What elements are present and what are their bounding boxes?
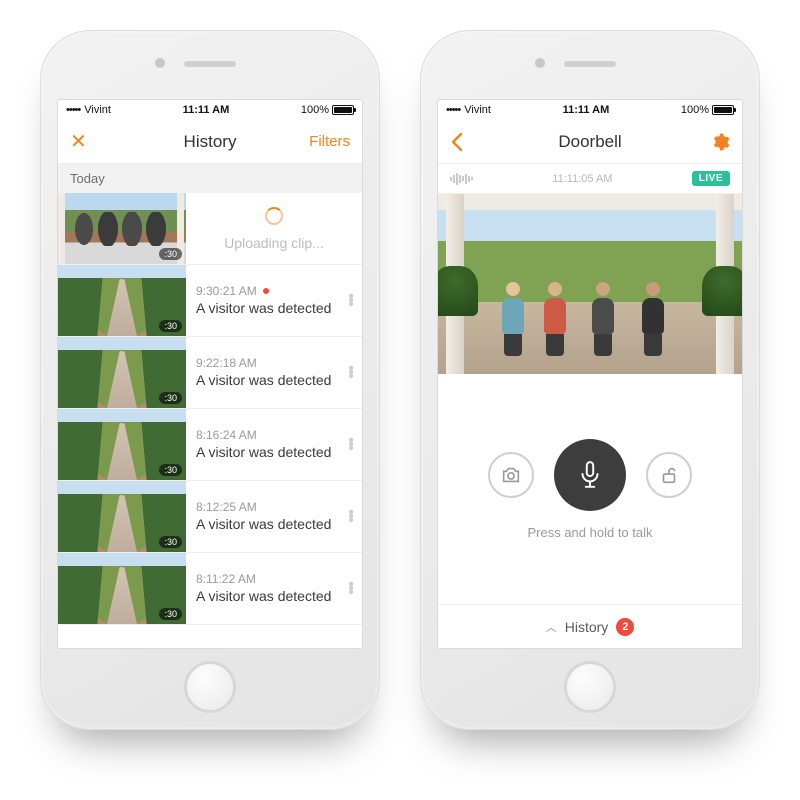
clip-thumbnail: :30 <box>58 553 186 624</box>
clip-body: Uploading clip... <box>186 193 362 264</box>
more-icon[interactable]: ••• <box>348 511 354 523</box>
camera-icon <box>500 464 522 486</box>
snapshot-button[interactable] <box>488 452 534 498</box>
unlock-icon <box>658 464 680 486</box>
battery-pct: 100% <box>681 104 709 116</box>
screen-history: ••••• Vivint 11:11 AM 100% ✕ History Fil… <box>57 99 363 649</box>
page-title: History <box>130 132 290 152</box>
clip-time: 9:30:21 AM <box>196 284 257 298</box>
live-video[interactable] <box>438 194 742 374</box>
gear-icon <box>710 132 730 152</box>
phone-doorbell: ••••• Vivint 11:11 AM 100% Doorbell <box>420 30 760 730</box>
battery-indicator: 100% <box>681 104 734 116</box>
phone-speaker <box>564 61 616 67</box>
live-badge: LIVE <box>692 171 730 186</box>
status-time: 11:11 AM <box>491 104 681 116</box>
history-drawer[interactable]: ︿ History 2 <box>438 604 742 648</box>
section-header-today: Today <box>58 164 362 193</box>
clip-row[interactable]: :30 8:11:22 AM A visitor was detected ••… <box>58 553 362 625</box>
signal-dots: ••••• <box>446 104 460 116</box>
clip-thumbnail: :30 <box>58 409 186 480</box>
front-camera <box>155 58 165 68</box>
screen-doorbell: ••••• Vivint 11:11 AM 100% Doorbell <box>437 99 743 649</box>
audio-wave-icon <box>450 173 473 185</box>
live-timestamp: 11:11:05 AM <box>473 173 692 185</box>
home-button[interactable] <box>564 661 616 713</box>
battery-pct: 100% <box>301 104 329 116</box>
status-bar: ••••• Vivint 11:11 AM 100% <box>58 100 362 120</box>
more-icon[interactable]: ••• <box>348 367 354 379</box>
clip-title: A visitor was detected <box>196 300 352 317</box>
clip-duration-badge: :30 <box>159 464 182 476</box>
clip-time: 9:22:18 AM <box>196 356 257 370</box>
status-bar: ••••• Vivint 11:11 AM 100% <box>438 100 742 120</box>
front-camera <box>535 58 545 68</box>
more-icon[interactable]: ••• <box>348 295 354 307</box>
clip-time: 8:16:24 AM <box>196 428 257 442</box>
clip-body: 9:30:21 AM A visitor was detected ••• <box>186 265 362 336</box>
clip-duration-badge: :30 <box>159 320 182 332</box>
spinner-icon <box>265 207 283 225</box>
clip-duration-badge: :30 <box>159 536 182 548</box>
phone-speaker <box>184 61 236 67</box>
home-button[interactable] <box>184 661 236 713</box>
settings-button[interactable] <box>710 132 730 152</box>
clip-body: 8:11:22 AM A visitor was detected ••• <box>186 553 362 624</box>
clip-thumbnail: :30 <box>58 481 186 552</box>
more-icon[interactable]: ••• <box>348 439 354 451</box>
history-count-badge: 2 <box>616 618 634 636</box>
clip-thumbnail: :30 <box>58 193 186 264</box>
clip-duration-badge: :30 <box>159 248 182 260</box>
page-title: Doorbell <box>510 132 670 152</box>
clip-body: 8:12:25 AM A visitor was detected ••• <box>186 481 362 552</box>
filters-button[interactable]: Filters <box>309 133 350 150</box>
status-time: 11:11 AM <box>111 104 301 116</box>
clip-title: A visitor was detected <box>196 588 352 605</box>
clip-title: A visitor was detected <box>196 372 352 389</box>
clip-body: 9:22:18 AM A visitor was detected ••• <box>186 337 362 408</box>
uploading-label: Uploading clip... <box>224 235 324 251</box>
clip-row[interactable]: :30 8:12:25 AM A visitor was detected ••… <box>58 481 362 553</box>
carrier-label: Vivint <box>464 104 491 116</box>
more-icon[interactable]: ••• <box>348 583 354 595</box>
clip-title: A visitor was detected <box>196 444 352 461</box>
clip-row[interactable]: :30 9:22:18 AM A visitor was detected ••… <box>58 337 362 409</box>
talk-hint: Press and hold to talk <box>527 525 652 540</box>
phone-history: ••••• Vivint 11:11 AM 100% ✕ History Fil… <box>40 30 380 730</box>
nav-bar: ✕ History Filters <box>58 120 362 164</box>
signal-dots: ••••• <box>66 104 80 116</box>
nav-bar: Doorbell <box>438 120 742 164</box>
live-subbar: 11:11:05 AM LIVE <box>438 164 742 194</box>
chevron-up-icon: ︿ <box>546 619 557 635</box>
call-controls: Press and hold to talk <box>438 374 742 604</box>
clip-row[interactable]: :30 8:16:24 AM A visitor was detected ••… <box>58 409 362 481</box>
history-label: History <box>565 619 609 635</box>
back-icon[interactable] <box>450 132 464 152</box>
clip-thumbnail: :30 <box>58 337 186 408</box>
clip-uploading[interactable]: :30 Uploading clip... <box>58 193 362 265</box>
battery-indicator: 100% <box>301 104 354 116</box>
microphone-icon <box>577 460 603 490</box>
recording-dot-icon <box>263 288 269 294</box>
close-icon[interactable]: ✕ <box>70 129 87 154</box>
clip-duration-badge: :30 <box>159 608 182 620</box>
clip-thumbnail: :30 <box>58 265 186 336</box>
clip-time: 8:11:22 AM <box>196 572 256 586</box>
clip-time: 8:12:25 AM <box>196 500 257 514</box>
battery-icon <box>332 105 354 115</box>
carrier-label: Vivint <box>84 104 111 116</box>
talk-button[interactable] <box>554 439 626 511</box>
battery-icon <box>712 105 734 115</box>
clip-row[interactable]: :30 9:30:21 AM A visitor was detected ••… <box>58 265 362 337</box>
clip-duration-badge: :30 <box>159 392 182 404</box>
clip-title: A visitor was detected <box>196 516 352 533</box>
clip-body: 8:16:24 AM A visitor was detected ••• <box>186 409 362 480</box>
unlock-button[interactable] <box>646 452 692 498</box>
